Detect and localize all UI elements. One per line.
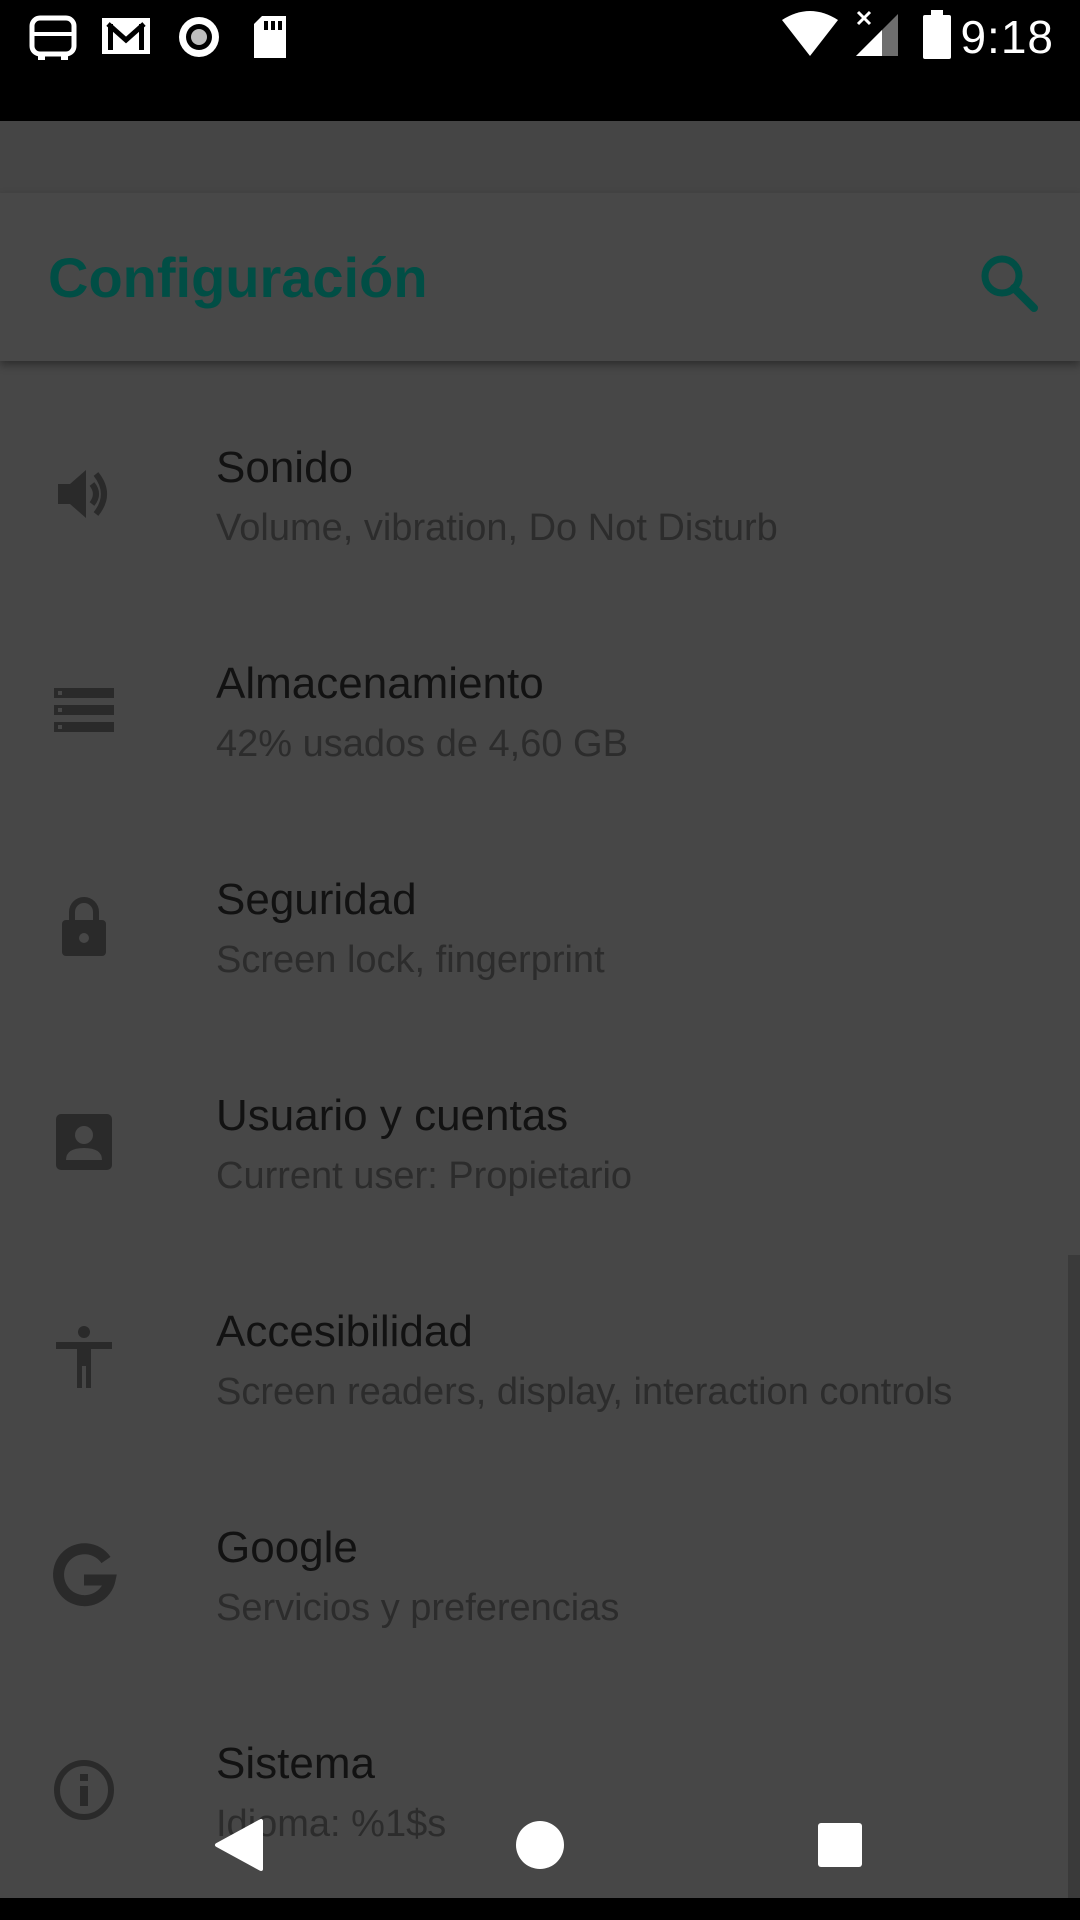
settings-screen: 9:18 Configuración Sonido Volume, vibrat… bbox=[0, 0, 1080, 1920]
setting-title: Google bbox=[216, 1523, 358, 1572]
gmail-icon bbox=[102, 18, 150, 54]
setting-item-google[interactable]: Google Servicios y preferencias bbox=[0, 1441, 1068, 1657]
volume-icon bbox=[58, 470, 107, 518]
search-icon bbox=[981, 255, 1038, 312]
back-icon bbox=[215, 1819, 263, 1871]
setting-item-sonido[interactable]: Sonido Volume, vibration, Do Not Disturb bbox=[0, 361, 1068, 577]
lock-icon bbox=[62, 897, 106, 956]
setting-subtitle: Screen readers, display, interaction con… bbox=[216, 1371, 953, 1413]
setting-subtitle: Screen lock, fingerprint bbox=[216, 939, 605, 981]
recents-button[interactable] bbox=[785, 1790, 895, 1900]
status-time: 9:18 bbox=[960, 11, 1054, 63]
accessibility-icon bbox=[56, 1326, 112, 1388]
back-button[interactable] bbox=[185, 1790, 295, 1900]
setting-subtitle: Current user: Propietario bbox=[216, 1155, 633, 1197]
setting-title: Almacenamiento bbox=[216, 659, 544, 708]
setting-title: Sonido bbox=[216, 443, 354, 492]
bus-icon bbox=[29, 15, 77, 60]
status-bar: 9:18 bbox=[0, 0, 1080, 121]
account-icon bbox=[56, 1114, 112, 1170]
home-icon bbox=[516, 1821, 564, 1869]
setting-subtitle: Servicios y preferencias bbox=[216, 1587, 620, 1629]
page-title: Configuración bbox=[48, 246, 428, 309]
setting-title: Accesibilidad bbox=[216, 1307, 473, 1356]
setting-title: Usuario y cuentas bbox=[216, 1091, 569, 1140]
app-bar: Configuración bbox=[0, 193, 1080, 361]
search-button[interactable] bbox=[972, 246, 1044, 318]
app-bar-spacer bbox=[0, 121, 1080, 193]
storage-icon bbox=[54, 688, 114, 732]
battery-icon bbox=[923, 10, 951, 59]
setting-item-accesibilidad[interactable]: Accesibilidad Screen readers, display, i… bbox=[0, 1225, 1068, 1441]
setting-item-usuario-y-cuentas[interactable]: Usuario y cuentas Current user: Propieta… bbox=[0, 1009, 1068, 1225]
recents-icon bbox=[818, 1823, 862, 1867]
setting-item-almacenamiento[interactable]: Almacenamiento 42% usados de 4,60 GB bbox=[0, 577, 1068, 793]
setting-subtitle: Volume, vibration, Do Not Disturb bbox=[216, 507, 778, 549]
setting-item-seguridad[interactable]: Seguridad Screen lock, fingerprint bbox=[0, 793, 1068, 1009]
navigation-bar bbox=[0, 1790, 1080, 1900]
wifi-icon bbox=[782, 11, 838, 56]
setting-title: Sistema bbox=[216, 1739, 375, 1788]
cell-signal-off-icon bbox=[856, 10, 898, 56]
setting-subtitle: 42% usados de 4,60 GB bbox=[216, 723, 628, 765]
google-icon bbox=[53, 1543, 117, 1607]
setting-title: Seguridad bbox=[216, 875, 417, 924]
sd-card-icon bbox=[254, 16, 286, 58]
record-icon bbox=[179, 17, 219, 57]
home-button[interactable] bbox=[485, 1790, 595, 1900]
bottom-strip bbox=[0, 1898, 1080, 1920]
